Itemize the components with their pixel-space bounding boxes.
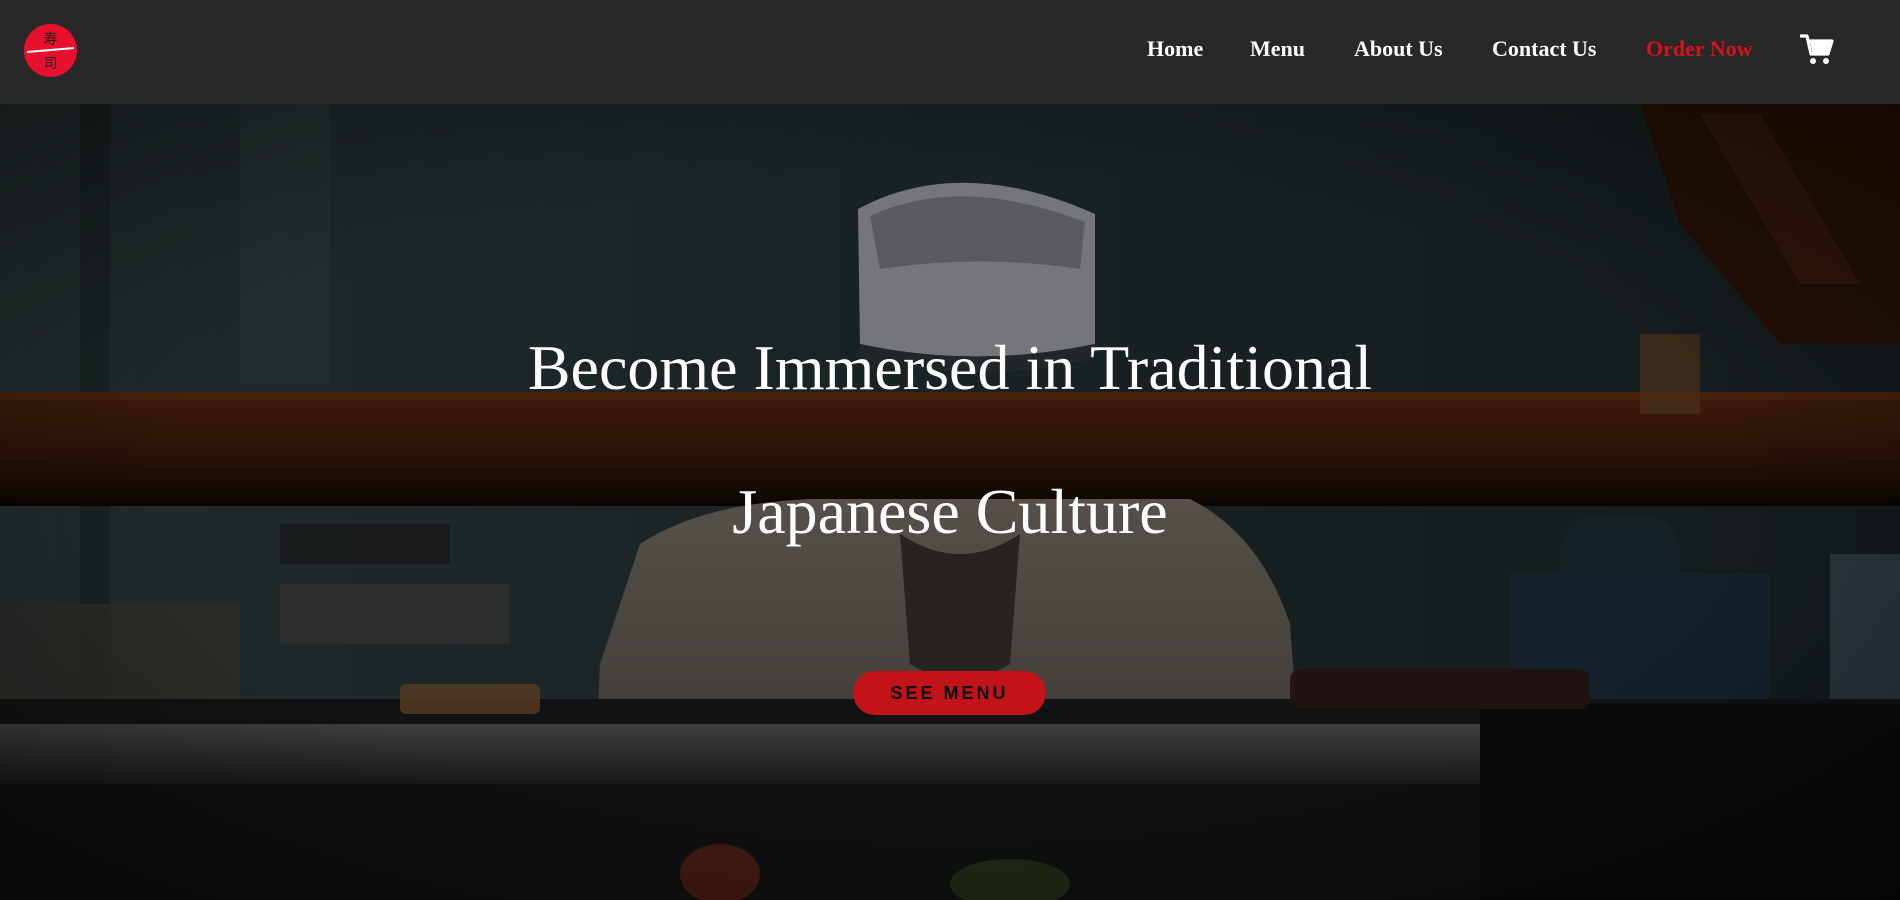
hero-section: Become Immersed in Traditional Japanese … [0, 104, 1900, 900]
nav-link-order-now[interactable]: Order Now [1646, 36, 1753, 62]
nav-link-contact-us[interactable]: Contact Us [1492, 36, 1597, 62]
svg-text:司: 司 [44, 56, 58, 72]
svg-text:寿: 寿 [44, 31, 58, 48]
sushi-logo-icon[interactable]: 寿 司 [24, 24, 77, 77]
page: 寿 司 Home Menu About Us Contact Us Order … [0, 0, 1900, 900]
hero-title-line-2: Japanese Culture [732, 476, 1168, 547]
top-navbar: 寿 司 Home Menu About Us Contact Us Order … [0, 0, 1900, 104]
see-menu-button[interactable]: SEE MENU [853, 671, 1046, 715]
nav-link-about-us[interactable]: About Us [1354, 36, 1443, 62]
nav-link-menu[interactable]: Menu [1250, 36, 1305, 62]
nav-link-home[interactable]: Home [1147, 36, 1203, 62]
hero-title-line-1: Become Immersed in Traditional [527, 332, 1373, 403]
shopping-cart-icon[interactable] [1799, 34, 1834, 66]
